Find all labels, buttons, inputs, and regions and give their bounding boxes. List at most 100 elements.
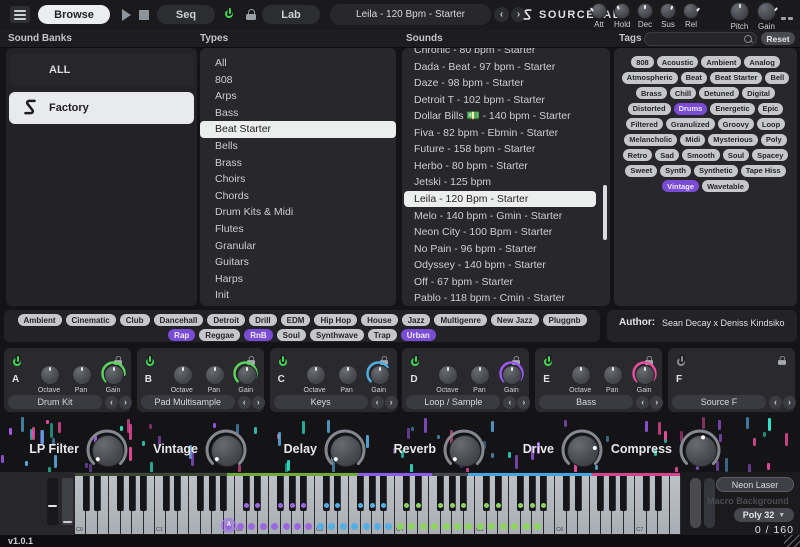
black-key[interactable] xyxy=(597,476,604,511)
tag-pill[interactable]: Beat xyxy=(681,72,707,84)
black-key[interactable] xyxy=(174,476,181,511)
tag-pill[interactable]: Chill xyxy=(670,87,696,99)
tag-pill[interactable]: Retro xyxy=(623,149,653,161)
reset-tags-button[interactable]: Reset xyxy=(761,32,795,45)
sound-item[interactable]: Future - 158 bpm - Starter xyxy=(404,141,596,158)
black-key[interactable] xyxy=(563,476,570,511)
source-power-icon[interactable] xyxy=(410,354,420,372)
source-prev-button[interactable]: ‹ xyxy=(503,396,516,409)
sound-item[interactable]: Dada - Beat - 97 bpm - Starter xyxy=(404,59,596,76)
source-name-pill[interactable]: Drum Kit xyxy=(8,395,102,409)
black-key[interactable] xyxy=(220,476,227,511)
tag-pill[interactable]: Detuned xyxy=(699,87,739,99)
type-item[interactable]: Init xyxy=(200,287,396,304)
window-resize-dashes-icon[interactable] xyxy=(781,17,793,20)
source-prev-button[interactable]: ‹ xyxy=(371,396,384,409)
black-key[interactable] xyxy=(254,476,261,511)
tag-pill[interactable]: Poly xyxy=(761,134,787,146)
tag-pill[interactable]: 808 xyxy=(631,56,654,68)
source-e-octave-knob[interactable]: Octave xyxy=(565,360,595,394)
genre-pill[interactable]: Synthwave xyxy=(310,329,364,341)
pitch-wheel[interactable] xyxy=(47,478,58,525)
sound-item[interactable]: Chronic - 80 bpm - Starter xyxy=(404,48,596,59)
genre-pill[interactable]: House xyxy=(361,314,397,326)
black-key[interactable] xyxy=(243,476,250,511)
source-a-gain-knob[interactable]: Gain xyxy=(98,360,128,394)
black-key[interactable] xyxy=(117,476,124,511)
source-power-icon[interactable] xyxy=(145,354,155,372)
source-next-button[interactable]: › xyxy=(650,396,663,409)
env-rel-knob[interactable]: Rel xyxy=(683,3,699,29)
browse-button[interactable]: Browse xyxy=(38,5,110,24)
genre-pill[interactable]: EDM xyxy=(281,314,311,326)
sound-item[interactable]: Leila - 120 Bpm - Starter xyxy=(404,191,596,208)
tag-pill[interactable]: Wavetable xyxy=(702,180,749,192)
sound-item[interactable]: Off - 67 bpm - Starter xyxy=(404,274,596,291)
genre-pill[interactable]: Pluggnb xyxy=(543,314,587,326)
env-sus-knob[interactable]: Sus xyxy=(660,3,676,29)
type-item[interactable]: Granular xyxy=(200,238,396,255)
type-item[interactable]: Brass xyxy=(200,155,396,172)
source-prev-button[interactable]: ‹ xyxy=(636,396,649,409)
genre-pill[interactable]: RnB xyxy=(244,329,272,341)
type-item[interactable]: Beat Starter xyxy=(200,121,396,138)
black-key[interactable] xyxy=(483,476,490,511)
source-next-button[interactable]: › xyxy=(385,396,398,409)
type-item[interactable]: Choirs xyxy=(200,171,396,188)
black-key[interactable] xyxy=(369,476,376,511)
tag-pill[interactable]: Melancholic xyxy=(624,134,677,146)
black-key[interactable] xyxy=(197,476,204,511)
source-prev-button[interactable]: ‹ xyxy=(769,396,782,409)
black-key[interactable] xyxy=(277,476,284,511)
black-key[interactable] xyxy=(209,476,216,511)
source-power-icon[interactable] xyxy=(676,354,686,372)
source-a-octave-knob[interactable]: Octave xyxy=(34,360,64,394)
sound-item[interactable]: Jetski - 125 bpm xyxy=(404,174,596,191)
source-c-pan-knob[interactable]: Pan xyxy=(332,360,362,394)
sound-item[interactable]: Neon City - 100 Bpm - Starter xyxy=(404,224,596,241)
sound-item[interactable]: No Pain - 96 bpm - Starter xyxy=(404,241,596,258)
tag-pill[interactable]: Acoustic xyxy=(657,56,699,68)
source-power-icon[interactable] xyxy=(278,354,288,372)
tag-pill[interactable]: Soul xyxy=(723,149,749,161)
genre-pill[interactable]: Cinematic xyxy=(66,314,116,326)
source-name-pill[interactable]: Pad Multisample xyxy=(141,395,235,409)
black-key[interactable] xyxy=(357,476,364,511)
pitch-knob[interactable]: Pitch xyxy=(730,2,749,31)
source-b-pan-knob[interactable]: Pan xyxy=(199,360,229,394)
source-power-icon[interactable] xyxy=(12,354,22,372)
black-key[interactable] xyxy=(449,476,456,511)
tag-search-input[interactable] xyxy=(651,33,743,46)
sound-item[interactable]: Melo - 140 bpm - Gmin - Starter xyxy=(404,208,596,225)
tag-pill[interactable]: Beat Starter xyxy=(710,72,763,84)
tag-pill[interactable]: Digital xyxy=(742,87,775,99)
black-key[interactable] xyxy=(300,476,307,511)
black-key[interactable] xyxy=(94,476,101,511)
poly-dropdown[interactable]: Poly 32▼ xyxy=(734,508,794,522)
black-key[interactable] xyxy=(415,476,422,511)
genre-pill[interactable]: Club xyxy=(120,314,150,326)
source-b-octave-knob[interactable]: Octave xyxy=(167,360,197,394)
black-key[interactable] xyxy=(460,476,467,511)
tag-pill[interactable]: Mysterious xyxy=(708,134,758,146)
source-power-icon[interactable] xyxy=(543,354,553,372)
lab-button[interactable]: Lab xyxy=(262,5,320,24)
tag-pill[interactable]: Sad xyxy=(655,149,679,161)
sound-item[interactable]: Pablo - 118 bpm - Cmin - Starter xyxy=(404,290,596,306)
type-item[interactable]: Flutes xyxy=(200,221,396,238)
sound-item[interactable]: Detroit T - 102 bpm - Starter xyxy=(404,92,596,109)
sounds-scrollbar-thumb[interactable] xyxy=(603,185,607,240)
source-prev-button[interactable]: ‹ xyxy=(238,396,251,409)
lock-icon[interactable] xyxy=(246,9,256,20)
source-prev-button[interactable]: ‹ xyxy=(105,396,118,409)
black-key[interactable] xyxy=(380,476,387,511)
sound-item[interactable]: Herbo - 80 bpm - Starter xyxy=(404,158,596,175)
sound-item[interactable]: Odyssey - 140 bpm - Starter xyxy=(404,257,596,274)
tag-pill[interactable]: Granulized xyxy=(666,118,715,130)
type-item[interactable]: 808 xyxy=(200,72,396,89)
genre-pill[interactable]: Detroit xyxy=(207,314,245,326)
source-name-pill[interactable]: Bass xyxy=(539,395,633,409)
sound-item[interactable]: Dollar Bills 💵 - 140 bpm - Starter xyxy=(404,108,596,125)
genre-pill[interactable]: Trap xyxy=(368,329,397,341)
play-icon[interactable] xyxy=(122,9,131,21)
